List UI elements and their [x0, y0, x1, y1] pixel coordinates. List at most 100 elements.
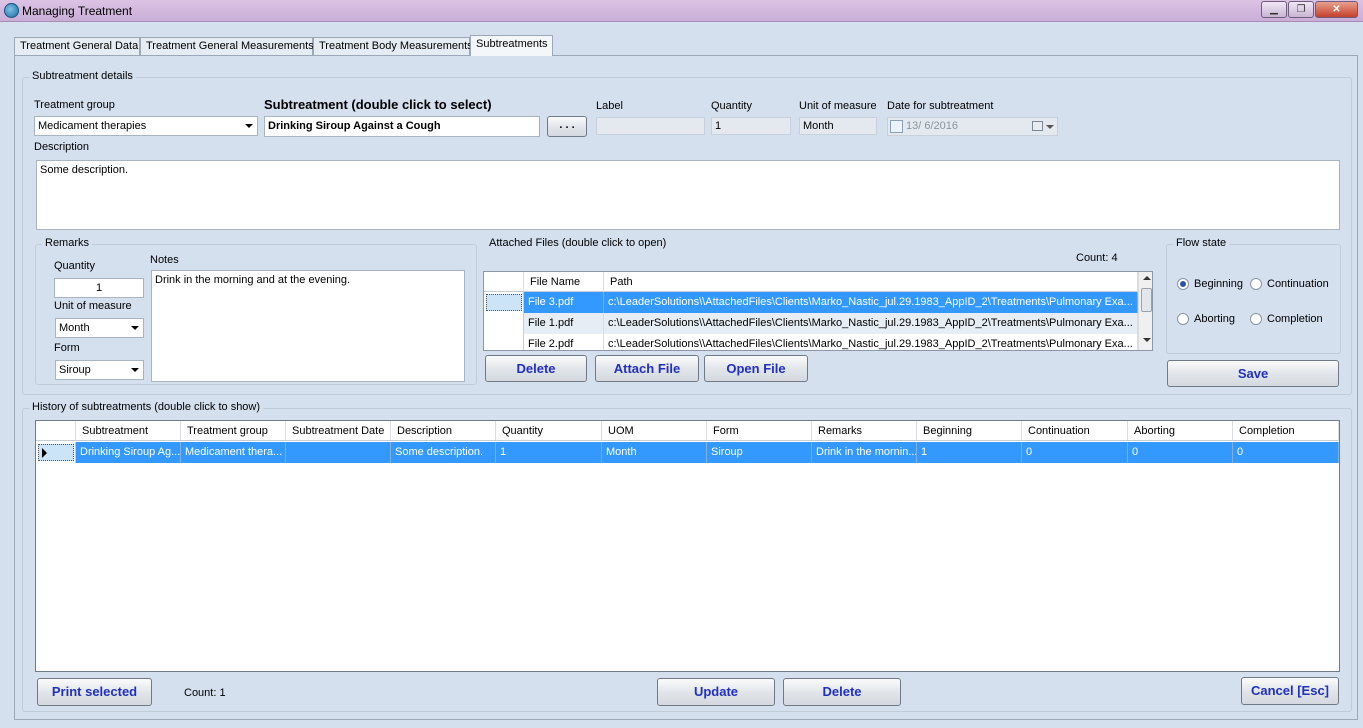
save-button[interactable]: Save: [1167, 360, 1339, 387]
file-row[interactable]: File 1.pdf c:\LeaderSolutions\\AttachedF…: [484, 313, 1138, 334]
unit-of-measure-label: Unit of measure: [799, 100, 877, 112]
tab-treatment-general-data[interactable]: Treatment General Data: [14, 37, 140, 56]
radio-continuation-dot[interactable]: [1250, 278, 1262, 290]
date-checkbox[interactable]: [890, 120, 903, 133]
scroll-up-icon[interactable]: [1143, 276, 1151, 280]
update-button[interactable]: Update: [657, 678, 775, 706]
col-completion[interactable]: Completion: [1233, 421, 1339, 441]
calendar-icon[interactable]: [1032, 121, 1043, 131]
treatment-group-combo[interactable]: Medicament therapies: [34, 116, 258, 136]
flow-state-group: Flow state Beginning Continuation Aborti…: [1166, 237, 1341, 354]
radio-completion-dot[interactable]: [1250, 313, 1262, 325]
row-header[interactable]: [484, 313, 524, 334]
history-cell-description[interactable]: Some description.: [391, 442, 496, 463]
radio-completion-label: Completion: [1267, 313, 1323, 325]
form-combo[interactable]: Siroup: [55, 360, 144, 380]
attach-file-button[interactable]: Attach File: [595, 355, 699, 382]
col-form[interactable]: Form: [707, 421, 812, 441]
remarks-quantity-field[interactable]: 1: [54, 278, 144, 298]
path-cell[interactable]: c:\LeaderSolutions\\AttachedFiles\Client…: [604, 292, 1138, 313]
col-description[interactable]: Description: [391, 421, 496, 441]
history-cell-form[interactable]: Siroup: [707, 442, 812, 463]
row-pointer-icon: [42, 448, 47, 458]
history-cell-beginning[interactable]: 1: [917, 442, 1022, 463]
path-column-header[interactable]: Path: [604, 272, 1138, 292]
date-label: Date for subtreatment: [887, 100, 994, 112]
notes-textarea[interactable]: Drink in the morning and at the evening.: [151, 270, 465, 382]
delete-file-button[interactable]: Delete: [485, 355, 587, 382]
file-name-cell[interactable]: File 3.pdf: [524, 292, 604, 313]
col-treatment-group[interactable]: Treatment group: [181, 421, 286, 441]
quantity-label: Quantity: [711, 100, 752, 112]
col-remarks[interactable]: Remarks: [812, 421, 917, 441]
col-quantity[interactable]: Quantity: [496, 421, 602, 441]
chevron-down-icon: [245, 124, 253, 128]
delete-history-button[interactable]: Delete: [783, 678, 901, 706]
path-cell[interactable]: c:\LeaderSolutions\\AttachedFiles\Client…: [604, 313, 1138, 334]
label-field[interactable]: [596, 117, 705, 135]
managing-treatment-window: Managing Treatment ▁ ❐ ✕ Treatment Gener…: [0, 0, 1363, 728]
col-continuation[interactable]: Continuation: [1022, 421, 1128, 441]
history-cell-date[interactable]: [286, 442, 391, 463]
unit-of-measure-field[interactable]: Month: [799, 117, 877, 135]
browse-subtreatment-button[interactable]: . . .: [547, 116, 587, 137]
file-row[interactable]: File 2.pdf c:\LeaderSolutions\\AttachedF…: [484, 334, 1138, 350]
file-name-cell[interactable]: File 1.pdf: [524, 313, 604, 334]
history-row[interactable]: Drinking Siroup Ag... Medicament thera..…: [36, 442, 1339, 463]
history-cell-completion[interactable]: 0: [1233, 442, 1339, 463]
files-scrollbar[interactable]: [1138, 272, 1152, 350]
history-grid[interactable]: Subtreatment Treatment group Subtreatmen…: [35, 420, 1340, 672]
flow-state-title: Flow state: [1173, 237, 1230, 249]
window-title: Managing Treatment: [22, 4, 133, 18]
tab-treatment-body-measurements[interactable]: Treatment Body Measurements: [313, 37, 473, 56]
remarks-uom-value: Month: [59, 322, 90, 334]
title-bar[interactable]: Managing Treatment ▁ ❐ ✕: [0, 0, 1363, 22]
col-subtreatment-date[interactable]: Subtreatment Date: [286, 421, 391, 441]
history-cell-treatment-group[interactable]: Medicament thera...: [181, 442, 286, 463]
remarks-uom-combo[interactable]: Month: [55, 318, 144, 338]
description-label: Description: [34, 141, 90, 153]
subtreatment-details-title: Subtreatment details: [29, 70, 136, 82]
history-cell-uom[interactable]: Month: [602, 442, 707, 463]
open-file-button[interactable]: Open File: [704, 355, 808, 382]
history-cell-continuation[interactable]: 0: [1022, 442, 1128, 463]
path-cell[interactable]: c:\LeaderSolutions\\AttachedFiles\Client…: [604, 334, 1138, 350]
scroll-down-icon[interactable]: [1143, 338, 1151, 342]
treatment-group-label: Treatment group: [34, 99, 115, 111]
maximize-button[interactable]: ❐: [1288, 1, 1314, 18]
subtreatment-field[interactable]: Drinking Siroup Against a Cough: [264, 116, 540, 137]
file-name-cell[interactable]: File 2.pdf: [524, 334, 604, 350]
description-textarea[interactable]: Some description.: [36, 160, 1340, 230]
col-subtreatment[interactable]: Subtreatment: [76, 421, 181, 441]
radio-beginning-dot[interactable]: [1177, 278, 1189, 290]
attached-files-grid[interactable]: File Name Path File 3.pdf c:\LeaderSolut…: [483, 271, 1153, 351]
date-picker[interactable]: 13/ 6/2016: [887, 117, 1058, 136]
col-beginning[interactable]: Beginning: [917, 421, 1022, 441]
attached-files-title: Attached Files (double click to open): [486, 237, 670, 249]
history-cell-remarks[interactable]: Drink in the mornin...: [812, 442, 917, 463]
remarks-uom-label: Unit of measure: [54, 300, 132, 312]
chevron-down-icon: [131, 326, 139, 330]
file-row[interactable]: File 3.pdf c:\LeaderSolutions\\AttachedF…: [484, 292, 1138, 313]
scroll-thumb[interactable]: [1141, 288, 1152, 312]
cancel-button[interactable]: Cancel [Esc]: [1241, 677, 1339, 705]
history-cell-quantity[interactable]: 1: [496, 442, 602, 463]
col-aborting[interactable]: Aborting: [1128, 421, 1233, 441]
quantity-field[interactable]: 1: [711, 117, 791, 135]
print-selected-button[interactable]: Print selected: [37, 678, 152, 706]
attached-files-count: Count: 4: [1076, 252, 1118, 264]
minimize-button[interactable]: ▁: [1261, 1, 1287, 18]
radio-beginning-label: Beginning: [1194, 278, 1243, 290]
tab-subtreatments[interactable]: Subtreatments: [470, 35, 553, 56]
tab-treatment-general-measurements[interactable]: Treatment General Measurements: [140, 37, 314, 56]
radio-continuation-label: Continuation: [1267, 278, 1329, 290]
remarks-group: Remarks Quantity 1 Unit of measure Month…: [35, 237, 477, 385]
file-name-column-header[interactable]: File Name: [524, 272, 604, 292]
radio-aborting-dot[interactable]: [1177, 313, 1189, 325]
close-button[interactable]: ✕: [1315, 1, 1358, 18]
history-cell-subtreatment[interactable]: Drinking Siroup Ag...: [76, 442, 181, 463]
col-uom[interactable]: UOM: [602, 421, 707, 441]
row-header[interactable]: [484, 334, 524, 350]
history-cell-aborting[interactable]: 0: [1128, 442, 1233, 463]
attached-files-group: Attached Files (double click to open) Co…: [479, 237, 1164, 385]
